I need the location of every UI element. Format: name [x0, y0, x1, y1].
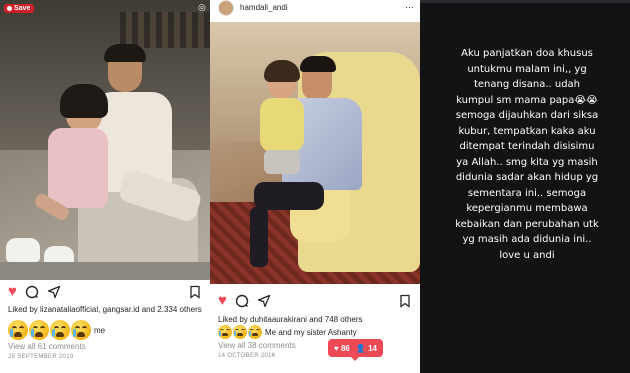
post-date-1: 25 SEPTEMBER 2019	[8, 354, 74, 360]
caption-text-1: me	[94, 325, 106, 335]
avatar[interactable]	[218, 0, 234, 16]
crying-emoji-icon	[233, 325, 247, 339]
photo-girl-hair	[264, 60, 300, 82]
bookmark-icon[interactable]	[398, 294, 412, 308]
notif-followers-count: 14	[368, 343, 377, 353]
comment-icon[interactable]	[25, 285, 39, 299]
view-all-comments-1[interactable]: View all 61 comments	[8, 342, 86, 351]
caption-emojis-1: me	[8, 320, 105, 340]
photo-man-hair	[104, 44, 146, 62]
action-bar-2: ♥	[210, 290, 420, 312]
photo-man-hair	[300, 56, 336, 72]
photo-floor	[0, 262, 210, 280]
post-panel-2: hamdali_andi ⋯ ♥ Liked by duhitaaurakira…	[210, 0, 420, 373]
story-panel: Aku panjatkan doa khusus untukmu malam i…	[420, 0, 630, 373]
photo-girl-shoe-1	[6, 238, 40, 262]
caption-text-2: Me and my sister Ashanty	[265, 327, 357, 337]
action-bar-1: ♥	[0, 281, 210, 303]
crying-emoji-icon	[71, 320, 91, 340]
photo-girl-hair	[60, 84, 108, 118]
photo-wall-hanging	[120, 12, 210, 48]
photo-girl-shorts	[264, 150, 300, 174]
save-label: Save	[14, 5, 31, 12]
save-button[interactable]: Save	[4, 4, 35, 13]
share-icon[interactable]	[47, 285, 61, 299]
username[interactable]: hamdali_andi	[240, 3, 288, 12]
likes-text-2[interactable]: Liked by duhitaaurakirani and 748 others	[218, 315, 414, 325]
story-text: Aku panjatkan doa khusus untukmu malam i…	[455, 48, 599, 261]
search-lens-icon[interactable]: ◎	[198, 2, 206, 13]
pin-icon	[7, 6, 12, 11]
notif-likes-count: 86	[340, 343, 350, 353]
heart-icon[interactable]: ♥	[218, 293, 227, 308]
photo-man-legs	[254, 182, 324, 210]
post-panel-1: Save ◎ ♥ Liked by lizanataliaofficial, g…	[0, 0, 210, 373]
post-photo-2[interactable]	[210, 22, 420, 284]
crying-emoji-icon	[8, 320, 28, 340]
likes-text-1[interactable]: Liked by lizanataliaofficial, gangsar.id…	[8, 305, 204, 315]
post-date-2: 14 OCTOBER 2016	[218, 353, 276, 359]
view-all-comments-2[interactable]: View all 38 comments	[218, 341, 296, 350]
crying-emoji-icon	[50, 320, 70, 340]
photo-girl-shirt	[260, 98, 304, 152]
notif-likes: ♥ 86	[334, 343, 350, 353]
crying-emoji-icon	[29, 320, 49, 340]
story-progress-bar	[420, 0, 630, 3]
caption-emojis-2: Me and my sister Ashanty	[218, 325, 357, 339]
comment-icon[interactable]	[235, 294, 249, 308]
notif-followers: 👤 14	[355, 343, 377, 353]
photo-man-leg-lower	[250, 207, 268, 267]
post-photo-1[interactable]: Save ◎	[0, 0, 210, 280]
crying-emoji-icon	[218, 325, 232, 339]
crying-emoji-icon	[248, 325, 262, 339]
more-options-icon[interactable]: ⋯	[405, 2, 414, 13]
activity-notification-badge[interactable]: ♥ 86 👤 14	[328, 339, 383, 361]
photo-girl-dress	[48, 128, 108, 208]
heart-icon[interactable]: ♥	[8, 284, 17, 299]
bookmark-icon[interactable]	[188, 285, 202, 299]
share-icon[interactable]	[257, 294, 271, 308]
